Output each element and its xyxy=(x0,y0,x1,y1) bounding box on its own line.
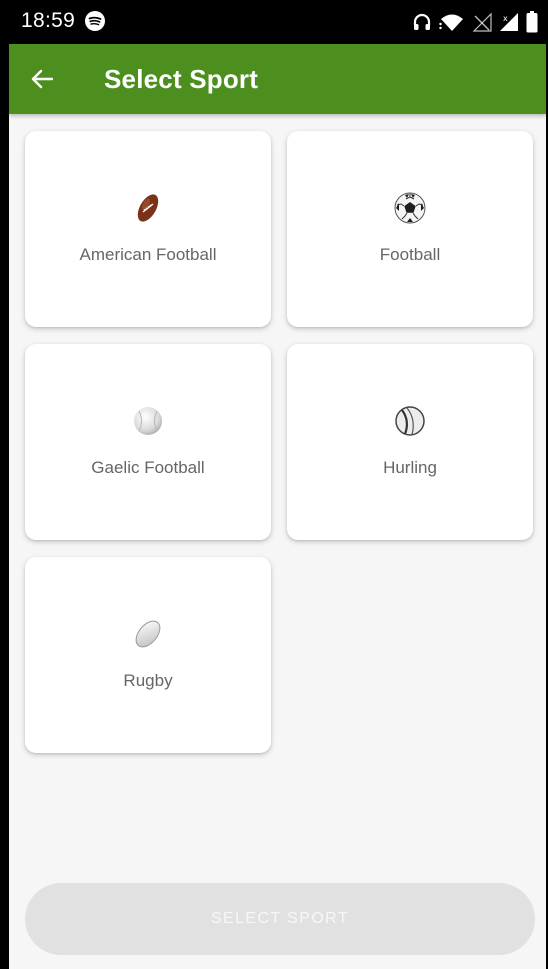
sport-label: Football xyxy=(379,245,441,264)
app-bar: Select Sport xyxy=(9,44,546,114)
rugby-ball-icon xyxy=(25,617,271,651)
wifi-icon xyxy=(439,14,463,31)
sport-card-gaelic-football[interactable]: Gaelic Football xyxy=(25,344,271,540)
sport-label: American Football xyxy=(79,245,217,264)
status-icons: x xyxy=(412,11,538,33)
svg-text:x: x xyxy=(503,14,508,23)
spotify-icon xyxy=(85,11,105,31)
status-time: 18:59 xyxy=(21,9,76,32)
gaelic-ball-icon xyxy=(25,404,271,438)
no-signal-icon xyxy=(472,12,492,32)
status-bar: 18:59 x xyxy=(9,0,546,44)
select-sport-button[interactable]: SELECT SPORT xyxy=(25,883,535,955)
page-title: Select Sport xyxy=(104,64,259,94)
sport-card-rugby[interactable]: Rugby xyxy=(25,557,271,753)
sport-label: Rugby xyxy=(123,671,173,690)
headphones-icon xyxy=(413,13,431,30)
signal-icon: x xyxy=(500,13,518,31)
soccer-ball-icon xyxy=(287,191,533,225)
phone-screen: 18:59 x Select Sport American Football F… xyxy=(0,0,548,969)
screen-edge-left xyxy=(0,0,9,969)
sport-label: Gaelic Football xyxy=(91,458,205,477)
sport-card-football[interactable]: Football xyxy=(287,131,533,327)
sport-card-hurling[interactable]: Hurling xyxy=(287,344,533,540)
battery-icon xyxy=(526,11,538,33)
arrow-left-icon xyxy=(31,69,53,89)
sport-label: Hurling xyxy=(383,458,437,477)
american-football-icon xyxy=(25,191,271,225)
back-button[interactable] xyxy=(25,62,59,96)
hurling-ball-icon xyxy=(287,404,533,438)
sport-card-american-football[interactable]: American Football xyxy=(25,131,271,327)
